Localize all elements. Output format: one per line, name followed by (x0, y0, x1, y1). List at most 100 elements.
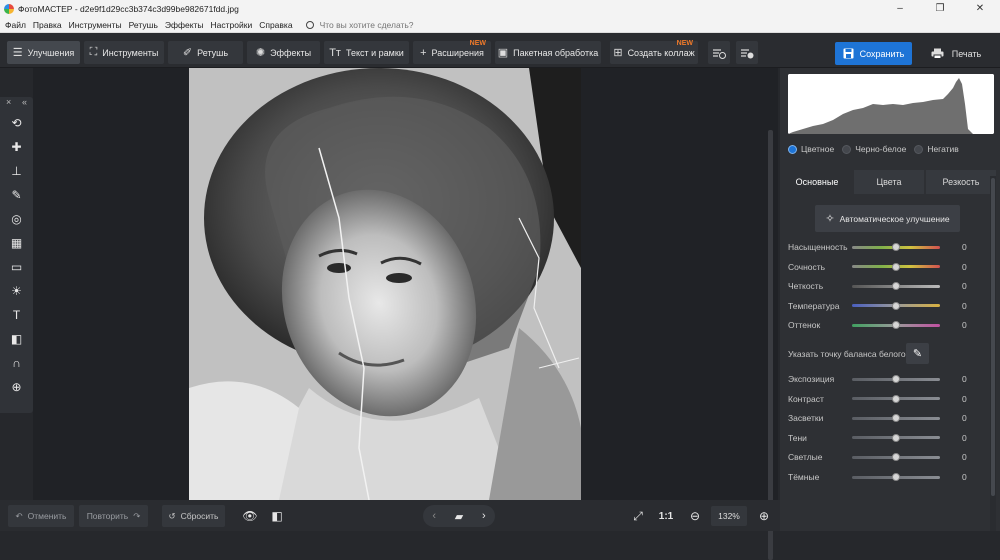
menu-edit[interactable]: Правка (33, 20, 62, 30)
collage-icon: ⊞ (613, 47, 623, 59)
actual-size-button[interactable]: 1:1 (656, 506, 676, 526)
tab-tools[interactable]: ⛶ Инструменты (84, 41, 164, 64)
fill-bucket-icon[interactable]: ◧ (0, 327, 33, 351)
panel-scrollbar[interactable] (990, 176, 996, 531)
eyedropper-button[interactable]: ✎ (906, 343, 929, 364)
sliders-icon: ☰ (12, 47, 23, 59)
menu-file[interactable]: Файл (5, 20, 26, 30)
tool-panel-header: × « (0, 97, 33, 111)
crop-rotate-icon[interactable]: ⟲ (0, 111, 33, 135)
close-icon[interactable]: × (6, 97, 11, 111)
radial-filter-icon[interactable]: ◎ (0, 207, 33, 231)
slider-handle[interactable] (892, 414, 900, 423)
sparkle-icon: ✺ (255, 47, 266, 59)
tab-sharpness[interactable]: Резкость (926, 170, 996, 194)
next-image-icon[interactable]: › (482, 510, 486, 522)
menu-retouch[interactable]: Ретушь (129, 20, 158, 30)
slider-value: 0 (962, 300, 967, 311)
text-tool-icon[interactable]: T (0, 303, 33, 327)
undo-icon: ↶ (15, 510, 23, 521)
slider-handle[interactable] (892, 282, 900, 291)
tab-extensions[interactable]: + Расширения NEW (413, 40, 491, 64)
slider-handle[interactable] (892, 262, 900, 271)
adjust-tabs: Основные Цвета Резкость (782, 170, 998, 194)
globe-icon[interactable]: ⊕ (0, 375, 33, 399)
healing-patch-icon[interactable]: ✚ (0, 135, 33, 159)
slider-label: Насыщенность (788, 242, 848, 252)
redo-button[interactable]: Повторить ↷ (79, 505, 148, 527)
mode-negative[interactable]: Негатив (914, 144, 959, 154)
panel-scrollbar-thumb[interactable] (991, 178, 995, 496)
reset-button[interactable]: ↺ Сбросить (162, 505, 225, 527)
menu-settings[interactable]: Настройки (211, 20, 253, 30)
zoom-out-icon[interactable]: ⊖ (685, 506, 705, 526)
brush-icon: ✐ (182, 47, 193, 59)
menu-search (305, 19, 440, 30)
clone-stamp-icon[interactable]: ⊥ (0, 159, 33, 183)
fit-screen-icon[interactable]: ⤢ (628, 506, 648, 526)
magnet-icon[interactable]: ∩ (0, 351, 33, 375)
tab-effects[interactable]: ✺ Эффекты (247, 41, 320, 64)
tab-label: Эффекты (270, 47, 312, 58)
minimize-button[interactable]: – (880, 0, 920, 17)
mode-color[interactable]: Цветное (788, 144, 834, 154)
save-button[interactable]: Сохранить (835, 42, 912, 65)
maximize-button[interactable]: ❐ (920, 0, 960, 17)
mode-label: Негатив (927, 144, 959, 154)
canvas-scrollbar-thumb[interactable] (768, 130, 773, 560)
slider-label: Светлые (788, 452, 823, 463)
slider-handle[interactable] (892, 375, 900, 383)
tab-basic[interactable]: Основные (782, 170, 852, 194)
save-label: Сохранить (859, 48, 905, 59)
undo-label: Отменить (27, 511, 67, 521)
collapse-icon[interactable]: « (22, 97, 27, 111)
left-tool-panel: × « ⟲ ✚ ⊥ ✎ ◎ ▦ ▭ ☀ T ◧ ∩ ⊕ (0, 97, 33, 413)
slider-value: 0 (962, 374, 967, 384)
folder-icon[interactable]: ▰ (455, 510, 463, 523)
slider-label: Четкость (788, 281, 824, 292)
slider-handle[interactable] (892, 243, 900, 251)
undo-button[interactable]: ↶ Отменить (8, 505, 74, 527)
slider-handle[interactable] (892, 453, 900, 462)
gradient-filter-icon[interactable]: ▦ (0, 231, 33, 255)
brush-tool-icon[interactable]: ✎ (0, 183, 33, 207)
previous-image-icon[interactable]: ‹ (432, 510, 436, 522)
menu-help[interactable]: Справка (259, 20, 292, 30)
add-preset-button[interactable] (708, 41, 730, 64)
print-button[interactable]: Печать (918, 42, 994, 65)
zoom-in-icon[interactable]: ⊕ (754, 506, 774, 526)
tab-label: Расширения (431, 47, 484, 58)
tab-text-frames[interactable]: Tт Текст и рамки (324, 41, 409, 64)
light-icon[interactable]: ☀ (0, 279, 33, 303)
slider-handle[interactable] (892, 301, 900, 310)
menu-effects[interactable]: Эффекты (165, 20, 204, 30)
slider-label: Тёмные (788, 472, 820, 482)
slider-handle[interactable] (892, 321, 900, 330)
tab-colors[interactable]: Цвета (854, 170, 924, 194)
slider-value: 0 (962, 452, 967, 463)
mode-black-white[interactable]: Черно-белое (842, 144, 906, 154)
printer-icon (931, 48, 944, 59)
menu-tools[interactable]: Инструменты (69, 20, 122, 30)
slider-value: 0 (962, 432, 967, 443)
auto-enhance-button[interactable]: ✧ Автоматическое улучшение (815, 205, 960, 232)
slider-handle[interactable] (892, 394, 900, 403)
tab-retouch[interactable]: ✐ Ретушь (168, 41, 243, 64)
slider-handle[interactable] (892, 433, 900, 442)
compare-icon[interactable]: ◧ (267, 506, 287, 526)
vignette-icon[interactable]: ▭ (0, 255, 33, 279)
tab-batch-processing[interactable]: ▣ Пакетная обработка (495, 41, 601, 64)
tab-create-collage[interactable]: ⊞ Создать коллаж NEW (610, 40, 698, 64)
photo-preview[interactable] (189, 68, 581, 500)
app-logo-icon (4, 3, 14, 14)
zoom-value[interactable]: 132% (711, 506, 747, 526)
close-button[interactable]: ✕ (960, 0, 1000, 17)
preset-info-button[interactable] (736, 41, 758, 64)
preview-eye-icon[interactable]: 👁 (240, 506, 260, 526)
image-navigation: ‹ ▰ › (423, 505, 495, 527)
tab-enhancements[interactable]: ☰ Улучшения (7, 41, 80, 64)
search-input[interactable] (319, 19, 440, 30)
title-bar: ФотоМАСТЕР - d2e9f1d29cc3b374c3d99be9826… (0, 0, 1000, 17)
slider-handle[interactable] (892, 473, 900, 481)
canvas-scrollbar[interactable] (766, 68, 775, 560)
